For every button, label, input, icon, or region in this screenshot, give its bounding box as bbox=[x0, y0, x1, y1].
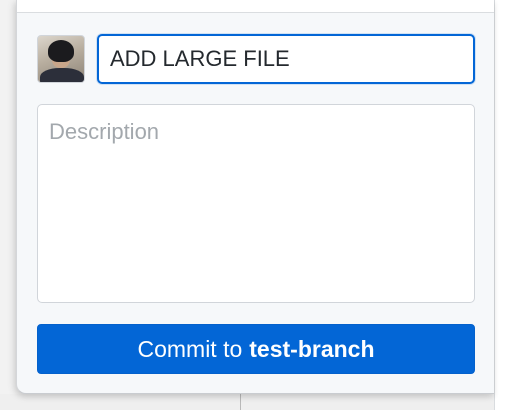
commit-summary-input[interactable] bbox=[97, 34, 475, 84]
commit-button-prefix: Commit to bbox=[137, 335, 243, 362]
adjacent-pane bbox=[494, 0, 518, 410]
user-avatar bbox=[37, 35, 85, 83]
commit-button-branch: test-branch bbox=[249, 335, 375, 362]
commit-description-field[interactable] bbox=[37, 104, 475, 303]
commit-panel: Commit to test-branch bbox=[16, 0, 494, 394]
panel-top-edge bbox=[17, 0, 494, 13]
pane-divider bbox=[240, 394, 241, 410]
commit-button[interactable]: Commit to test-branch bbox=[37, 324, 475, 374]
window-background bbox=[0, 394, 518, 410]
